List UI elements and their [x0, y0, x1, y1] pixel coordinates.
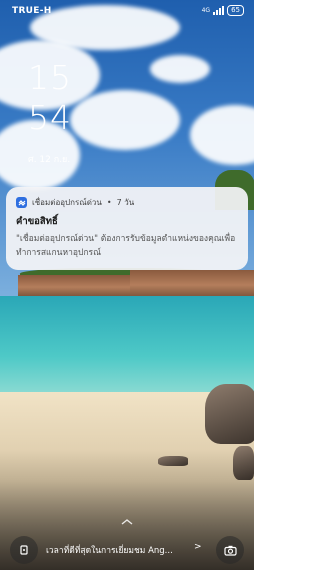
network-type-label: 4G: [201, 7, 211, 14]
clock-minute: 54: [28, 98, 72, 137]
magazine-icon[interactable]: [10, 536, 38, 564]
status-bar: TRUE-H 4G 65: [0, 0, 254, 22]
notification-header: เชื่อมต่ออุปกรณ์ด่วน • 7 วัน: [16, 196, 134, 209]
chevron-up-icon: [120, 512, 134, 525]
notification-body: "เชื่อมต่ออุปกรณ์ด่วน" ต้องการรับข้อมูลต…: [16, 234, 236, 258]
notification-card[interactable]: เชื่อมต่ออุปกรณ์ด่วน • 7 วัน คำขอสิทธิ์ …: [6, 187, 248, 270]
bottom-bar: เวลาที่ดีที่สุดในการเยี่ยมชม Ang... >: [0, 532, 254, 568]
clock-hour: 15: [28, 58, 72, 97]
notification-title: คำขอสิทธิ์: [16, 216, 58, 227]
lock-clock: 15 54: [28, 58, 72, 138]
system-icons: 4G 65: [202, 5, 244, 16]
battery-icon: 65: [227, 5, 244, 16]
notification-separator: •: [106, 198, 112, 207]
caption-chevron[interactable]: >: [194, 542, 202, 552]
link-icon: [16, 197, 27, 208]
notification-app-name: เชื่อมต่ออุปกรณ์ด่วน: [32, 198, 102, 207]
notification-time: 7 วัน: [116, 198, 135, 207]
battery-level: 65: [231, 6, 240, 14]
camera-icon[interactable]: [216, 536, 244, 564]
signal-icon: [213, 6, 225, 15]
wallpaper-caption[interactable]: เวลาที่ดีที่สุดในการเยี่ยมชม Ang...: [46, 543, 206, 557]
carrier-label: TRUE-H: [12, 6, 52, 16]
lock-date: ศ. 12 ก.ย.: [28, 155, 71, 165]
